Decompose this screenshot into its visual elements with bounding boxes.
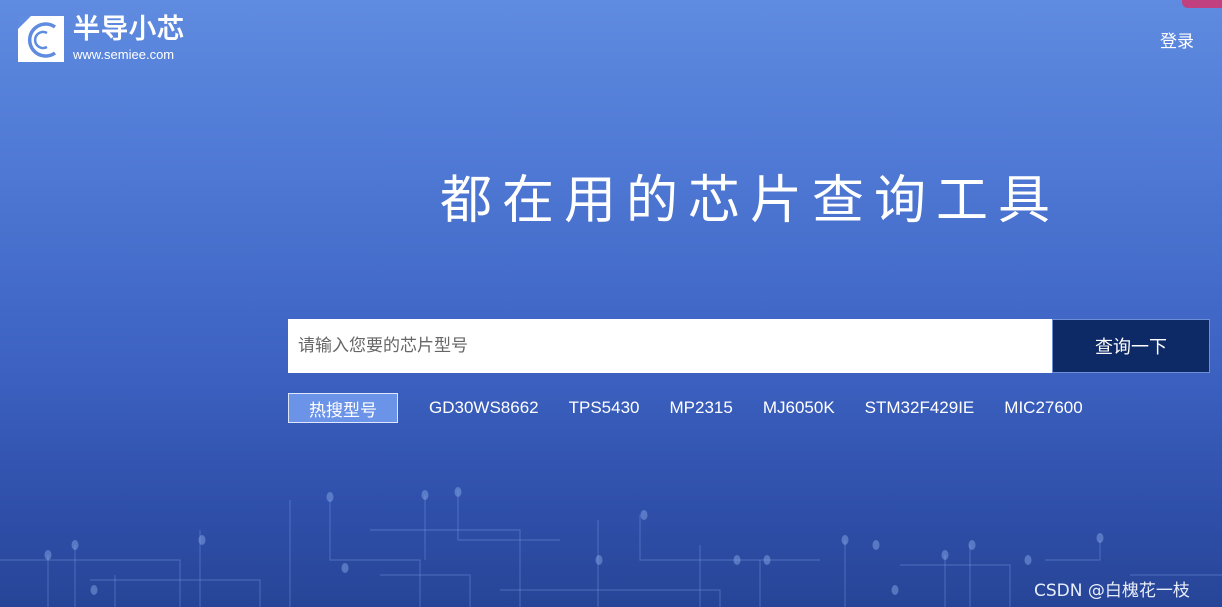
hot-search-item[interactable]: GD30WS8662 bbox=[429, 398, 539, 418]
hot-search-item[interactable]: MIC27600 bbox=[1004, 398, 1082, 418]
brand-url: www.semiee.com bbox=[73, 47, 175, 62]
login-link[interactable]: 登录 bbox=[1160, 27, 1194, 52]
hot-search-label: 热搜型号 bbox=[288, 393, 398, 423]
brand-logo[interactable]: 半导小芯 www.semiee.com bbox=[17, 13, 185, 63]
search-input[interactable] bbox=[288, 319, 1052, 373]
csdn-watermark: CSDN @白槐花一枝 bbox=[1034, 581, 1190, 601]
brand-name: 半导小芯 bbox=[73, 14, 185, 45]
search-box bbox=[288, 319, 1052, 373]
hot-search-item[interactable]: MP2315 bbox=[670, 398, 733, 418]
chip-logo-icon bbox=[17, 13, 67, 63]
hot-search-item[interactable]: MJ6050K bbox=[763, 398, 835, 418]
hot-search-item[interactable]: STM32F429IE bbox=[865, 398, 975, 418]
hero-headline: 都在用的芯片查询工具 bbox=[440, 171, 1061, 231]
search-button[interactable]: 查询一下 bbox=[1052, 319, 1210, 373]
circuit-background-decoration bbox=[0, 487, 1222, 607]
hot-search-row: 热搜型号 GD30WS8662 TPS5430 MP2315 MJ6050K S… bbox=[288, 393, 1083, 423]
hot-search-item[interactable]: TPS5430 bbox=[569, 398, 640, 418]
corner-badge bbox=[1182, 0, 1222, 8]
